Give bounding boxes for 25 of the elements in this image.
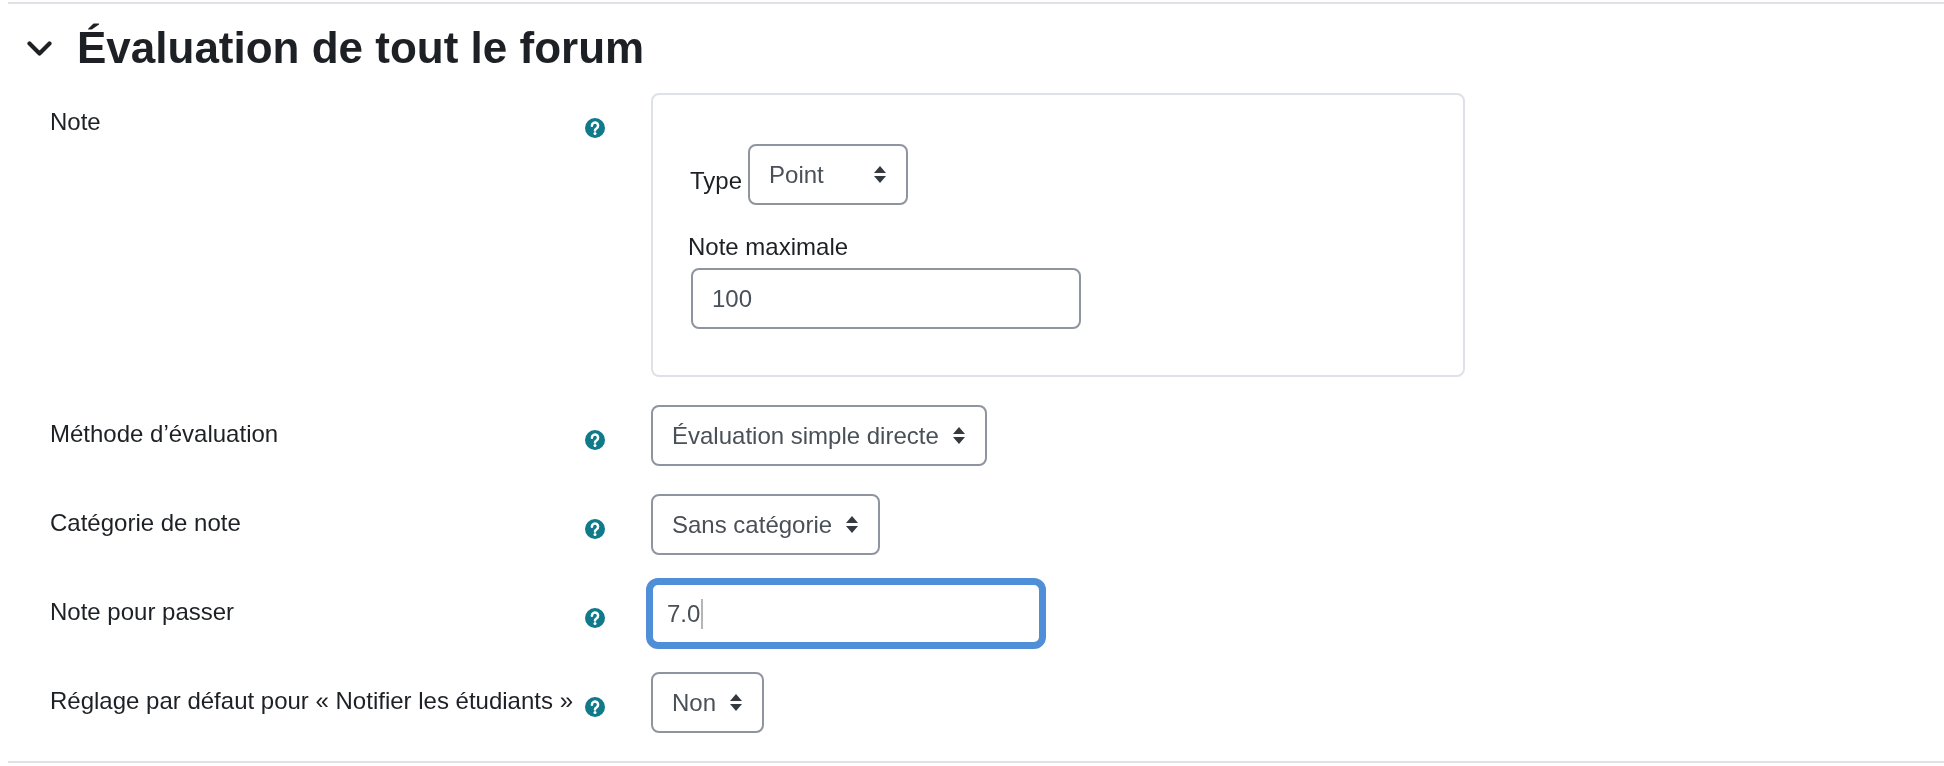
help-icon[interactable] xyxy=(585,608,605,628)
dropdown[interactable]: Évaluation simple directe xyxy=(651,405,987,466)
up-down-caret-icon xyxy=(730,694,743,711)
up-down-caret-icon xyxy=(874,166,887,183)
dropdown[interactable]: Non xyxy=(651,672,765,733)
input-field[interactable]: 7.0 xyxy=(646,578,1046,649)
dropdown[interactable]: Point xyxy=(748,144,909,205)
up-down-caret-icon xyxy=(846,516,859,533)
input-field[interactable]: 100 xyxy=(691,268,1081,329)
up-down-caret-icon xyxy=(952,427,965,444)
chevron-down-icon[interactable] xyxy=(27,40,52,57)
field-label: Note xyxy=(50,107,101,137)
field-label: Note maximale xyxy=(688,232,849,262)
field-label: Catégorie de note xyxy=(50,508,241,538)
help-icon[interactable] xyxy=(585,430,605,450)
help-icon[interactable] xyxy=(585,519,605,539)
help-icon[interactable] xyxy=(585,118,605,138)
section-heading: Évaluation de tout le forum xyxy=(77,22,645,74)
dropdown[interactable]: Sans catégorie xyxy=(651,494,881,555)
help-icon[interactable] xyxy=(585,697,605,717)
field-label: Type xyxy=(690,166,743,196)
field-label: Réglage par défaut pour « Notifier les étudiants » xyxy=(50,686,573,716)
field-label: Note pour passer xyxy=(50,597,235,627)
text-cursor-icon xyxy=(701,598,704,629)
field-label: Méthode d’évaluation xyxy=(50,419,279,449)
